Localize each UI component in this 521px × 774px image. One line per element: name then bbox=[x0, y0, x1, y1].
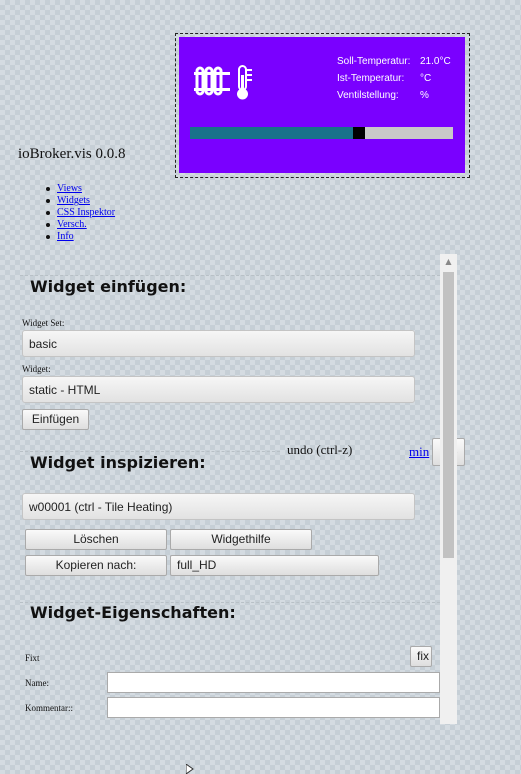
nav-menu: Views Widgets CSS Inspektor Versch. Info bbox=[45, 183, 115, 243]
name-label: Name: bbox=[25, 678, 49, 688]
nav-item-info[interactable]: Info bbox=[57, 231, 74, 242]
nav-item-widgets[interactable]: Widgets bbox=[57, 195, 90, 206]
nav-item-views[interactable]: Views bbox=[57, 183, 82, 194]
properties-section-title: Widget-Eigenschaften: bbox=[30, 603, 236, 622]
app-title: ioBroker.vis 0.0.8 bbox=[18, 146, 126, 162]
section-divider bbox=[20, 451, 280, 452]
thermometer-icon bbox=[237, 65, 252, 100]
widget-help-button[interactable]: Widgethilfe bbox=[170, 529, 312, 550]
valve-level-bar[interactable] bbox=[190, 127, 453, 139]
cursor-icon bbox=[186, 764, 194, 774]
setpoint-value: 21.0°C bbox=[420, 56, 451, 67]
actual-temperature-value: °C bbox=[420, 73, 432, 84]
panel-scrollbar[interactable]: ▲ bbox=[440, 254, 457, 724]
widget-set-select[interactable]: basic bbox=[22, 330, 415, 357]
name-input[interactable] bbox=[107, 672, 440, 693]
selected-widget-select[interactable]: w00001 (ctrl - Tile Heating) bbox=[22, 493, 415, 520]
minimize-link[interactable]: min bbox=[409, 444, 429, 460]
fix-button[interactable]: fix bbox=[410, 646, 432, 667]
copy-to-button[interactable]: Kopieren nach: bbox=[25, 555, 167, 576]
delete-button[interactable]: Löschen bbox=[25, 529, 167, 550]
valve-value: % bbox=[420, 90, 429, 101]
valve-label: Ventilstellung: bbox=[337, 90, 399, 101]
comment-label: Kommentar:: bbox=[25, 703, 73, 713]
fixed-label: Fixt bbox=[25, 653, 40, 663]
radiator-icon bbox=[194, 66, 230, 96]
widget-set-label: Widget Set: bbox=[22, 318, 65, 328]
nav-item-versch[interactable]: Versch. bbox=[57, 219, 87, 230]
actual-temperature-label: Ist-Temperatur: bbox=[337, 73, 405, 84]
heating-tile-widget[interactable]: Soll-Temperatur: 21.0°C Ist-Temperatur: … bbox=[179, 37, 465, 173]
inspect-section-title: Widget inspizieren: bbox=[30, 453, 206, 472]
comment-input[interactable] bbox=[107, 697, 440, 718]
scroll-up-icon[interactable]: ▲ bbox=[440, 254, 457, 270]
valve-level-fill bbox=[190, 127, 353, 139]
widget-type-label: Widget: bbox=[22, 364, 51, 374]
undo-hint[interactable]: undo (ctrl-z) bbox=[287, 442, 352, 458]
nav-item-css-inspektor[interactable]: CSS Inspektor bbox=[57, 207, 115, 218]
widget-type-select[interactable]: static - HTML bbox=[22, 376, 415, 403]
copy-target-select[interactable]: full_HD bbox=[170, 555, 379, 576]
scroll-thumb[interactable] bbox=[443, 272, 454, 558]
insert-button[interactable]: Einfügen bbox=[22, 409, 89, 430]
valve-level-handle[interactable] bbox=[353, 127, 365, 139]
section-divider bbox=[20, 275, 440, 276]
setpoint-label: Soll-Temperatur: bbox=[337, 56, 411, 67]
insert-section-title: Widget einfügen: bbox=[30, 277, 187, 296]
